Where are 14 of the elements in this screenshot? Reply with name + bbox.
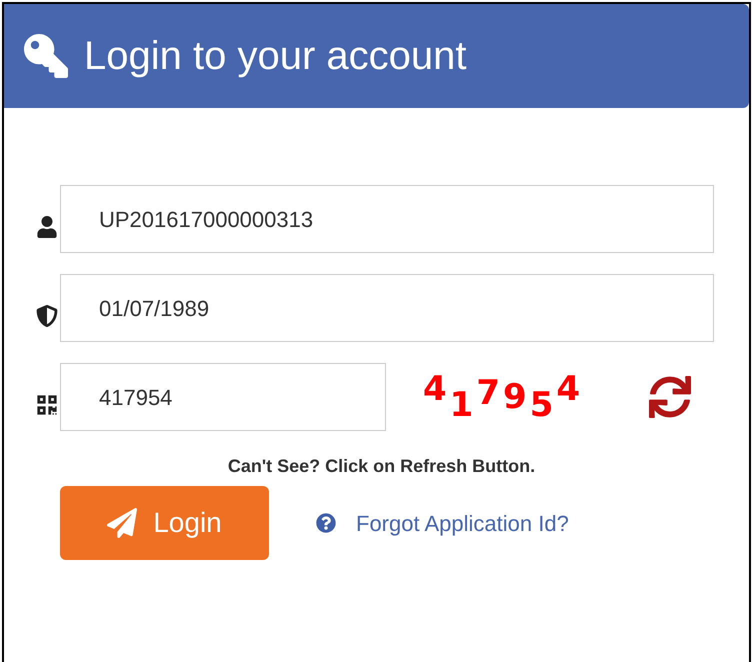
shield-icon bbox=[36, 305, 58, 327]
help-icon bbox=[316, 513, 336, 533]
qr-code-icon bbox=[36, 394, 58, 416]
forgot-link[interactable]: Forgot Application Id? bbox=[356, 506, 569, 540]
captcha-text: 417954 bbox=[423, 372, 584, 422]
refresh-icon[interactable] bbox=[649, 376, 692, 418]
input-field[interactable]: 01/07/1989 bbox=[60, 274, 714, 342]
input-field[interactable]: 417954 bbox=[60, 363, 386, 431]
send-icon bbox=[107, 508, 138, 538]
user-icon bbox=[36, 216, 58, 238]
key-icon bbox=[24, 34, 68, 78]
header-title: Login to your account bbox=[84, 33, 466, 80]
input-field[interactable]: UP201617000000313 bbox=[60, 185, 714, 253]
hint-text: Can't See? Click on Refresh Button. bbox=[226, 455, 536, 478]
